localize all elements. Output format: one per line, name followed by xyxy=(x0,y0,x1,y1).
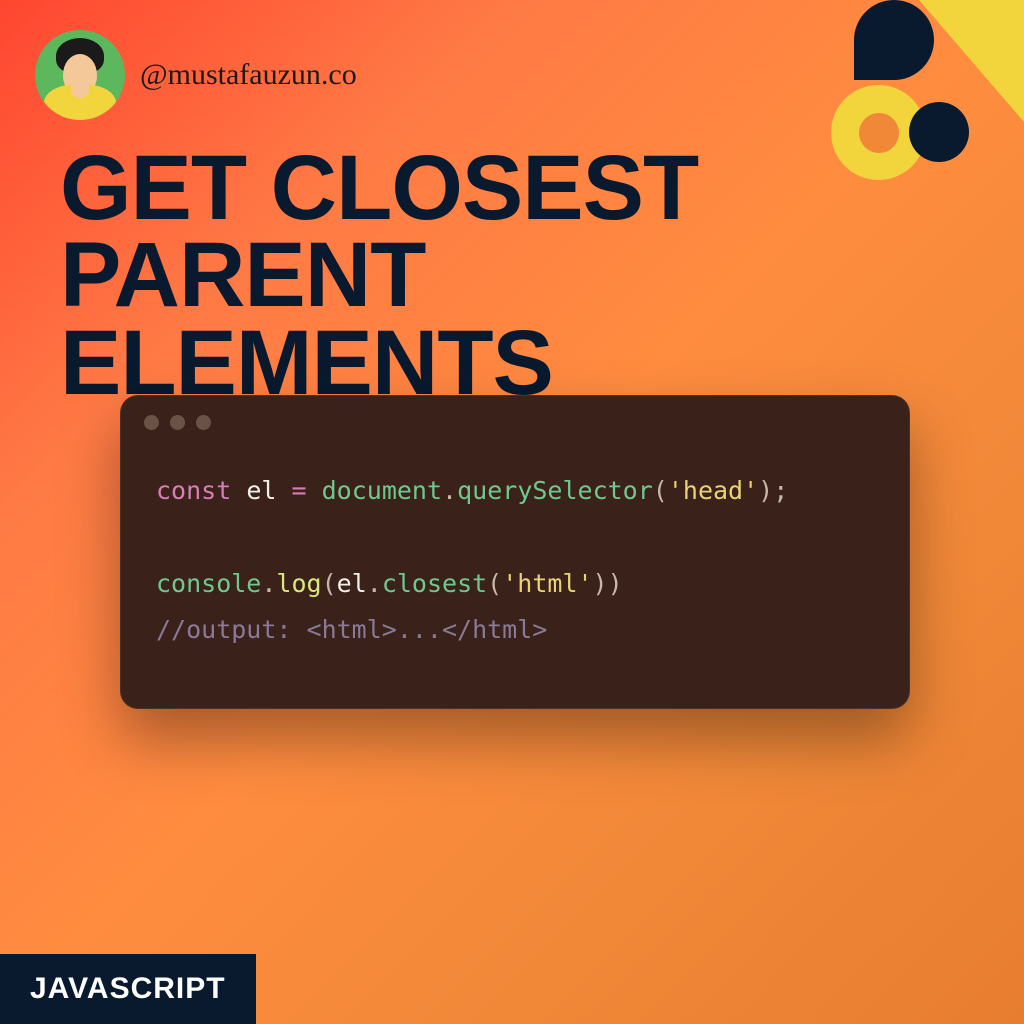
window-dot-close xyxy=(144,415,159,430)
author-header: @mustafauzun.co xyxy=(35,30,357,120)
token-dot: . xyxy=(367,569,382,598)
token-semi: ; xyxy=(773,476,788,505)
blob-shape xyxy=(854,0,934,80)
token-paren: ) xyxy=(758,476,773,505)
token-paren: ( xyxy=(487,569,502,598)
token-comment: //output: <html>...</html> xyxy=(156,615,547,644)
token-paren: ( xyxy=(653,476,668,505)
title-line-1: GET CLOSEST PARENT xyxy=(60,137,698,326)
code-line-3: //output: <html>...</html> xyxy=(156,607,874,653)
token-var: el xyxy=(246,476,276,505)
page-title: GET CLOSEST PARENT ELEMENTS xyxy=(60,145,1024,407)
code-blank-line xyxy=(156,514,874,560)
token-op: = xyxy=(292,476,307,505)
avatar xyxy=(35,30,125,120)
token-paren: )) xyxy=(593,569,623,598)
window-dot-maximize xyxy=(196,415,211,430)
token-dot: . xyxy=(442,476,457,505)
token-method: log xyxy=(276,569,321,598)
author-handle: @mustafauzun.co xyxy=(140,58,357,92)
token-dot: . xyxy=(261,569,276,598)
footer-tag: JAVASCRIPT xyxy=(0,954,256,1024)
page-root: @mustafauzun.co GET CLOSEST PARENT ELEME… xyxy=(0,0,1024,1024)
token-keyword: const xyxy=(156,476,231,505)
token-string: 'head' xyxy=(668,476,758,505)
avatar-neck xyxy=(71,82,89,98)
token-string: 'html' xyxy=(502,569,592,598)
code-body: const el = document.querySelector('head'… xyxy=(120,438,910,709)
token-method: closest xyxy=(382,569,487,598)
code-line-2: console.log(el.closest('html')) xyxy=(156,561,874,607)
window-dot-minimize xyxy=(170,415,185,430)
dot-shape xyxy=(909,102,969,162)
token-obj: document xyxy=(322,476,442,505)
footer-label: JAVASCRIPT xyxy=(30,972,226,1005)
token-paren: ( xyxy=(322,569,337,598)
token-method: querySelector xyxy=(457,476,653,505)
code-window: const el = document.querySelector('head'… xyxy=(120,395,910,709)
token-var: el xyxy=(337,569,367,598)
token-obj: console xyxy=(156,569,261,598)
code-line-1: const el = document.querySelector('head'… xyxy=(156,468,874,514)
window-chrome xyxy=(120,395,910,438)
